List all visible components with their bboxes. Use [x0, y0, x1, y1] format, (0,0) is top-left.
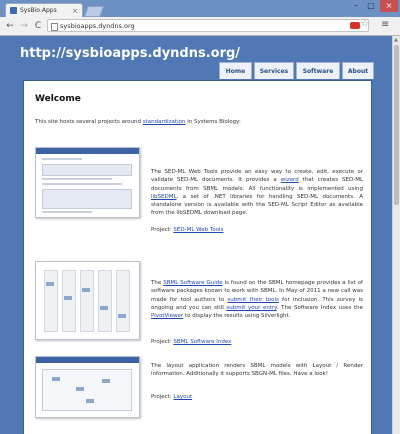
minimize-button[interactable]: – [349, 0, 363, 12]
screenshot-node [46, 282, 54, 286]
project-label: Project: [151, 394, 174, 400]
forward-icon[interactable]: → [18, 20, 30, 32]
sedml-description: The SED-ML Web Tools provide an easy way… [151, 168, 363, 218]
title-bar: SysBio Apps × – □ × [0, 0, 400, 17]
sbml-index-description: The SBML Software Guide is found on the … [151, 279, 363, 320]
layout-link[interactable]: Layout [173, 394, 192, 400]
browser-window: SysBio Apps × – □ × ← → C sysbioapps.dyn… [0, 0, 400, 434]
browser-toolbar: ← → C sysbioapps.dyndns.org ☆ ≡ [0, 17, 400, 36]
screenshot-column [116, 270, 130, 332]
sbml-software-index-link[interactable]: SBML Software Index [173, 339, 231, 345]
screenshot-node [100, 306, 108, 310]
screenshot-column [62, 270, 76, 332]
screenshot-node [82, 288, 90, 292]
layout-screenshot[interactable] [35, 356, 140, 418]
text-span: . The Software Index uses the [276, 304, 364, 311]
text-span: , a set of .NET libraries for handling S… [151, 193, 363, 217]
screenshot-node [86, 399, 94, 403]
star-icon[interactable]: ☆ [361, 19, 369, 29]
screenshot-node [118, 314, 126, 318]
pivotviewer-link[interactable]: PivotViewer [151, 313, 183, 319]
standardization-link[interactable]: standardization [143, 119, 186, 125]
address-bar[interactable]: sysbioapps.dyndns.org [47, 19, 369, 32]
sbml-index-screenshot[interactable] [35, 261, 140, 340]
reload-icon[interactable]: C [32, 20, 44, 32]
screenshot-canvas [42, 369, 132, 411]
url-text: sysbioapps.dyndns.org [60, 22, 135, 30]
screenshot-node [102, 379, 110, 383]
project-label: Project: [151, 227, 174, 233]
screenshot-node [52, 377, 60, 381]
back-icon[interactable]: ← [4, 20, 16, 32]
project-label: Project: [151, 339, 174, 345]
nav-software[interactable]: Software [296, 62, 340, 79]
tab-close-icon[interactable]: × [72, 4, 78, 18]
content-panel: Welcome This site hosts several projects… [23, 80, 372, 434]
nav-home[interactable]: Home [219, 62, 252, 79]
screenshot-line [42, 158, 82, 160]
nav-about[interactable]: About [342, 62, 374, 79]
page-heading: Welcome [35, 94, 81, 104]
screenshot-box [42, 164, 132, 176]
scrollbar-thumb[interactable] [394, 45, 399, 205]
new-tab-button[interactable] [83, 6, 105, 17]
maximize-button[interactable]: □ [364, 0, 378, 12]
sedml-screenshot[interactable] [35, 147, 140, 218]
browser-tab[interactable]: SysBio Apps × [5, 3, 83, 17]
text-span: The [151, 280, 164, 286]
wizard-link[interactable]: wizard [281, 177, 299, 183]
sbml-index-project: Project: SBML Software Index [151, 339, 231, 345]
screenshot-node [76, 387, 84, 391]
submit-entry-link[interactable]: submit your entry [226, 305, 276, 311]
extension-icon[interactable] [350, 22, 360, 29]
intro-after: in Systems Biology: [185, 119, 241, 125]
screenshot-column [80, 270, 94, 332]
screenshot-header [36, 148, 139, 154]
layout-description: The layout application renders SBML mode… [151, 363, 363, 378]
screenshot-line [42, 183, 122, 185]
page-icon [51, 23, 58, 31]
page-scrollbar[interactable]: ▲ [392, 36, 400, 434]
screenshot-column [44, 270, 58, 332]
layout-project: Project: Layout [151, 394, 192, 400]
close-window-button[interactable]: × [380, 0, 398, 12]
libsedml-link[interactable]: libSEDML [151, 194, 177, 200]
site-nav: Home Services Software About [219, 62, 376, 79]
submit-tools-link[interactable]: submit their tools [227, 297, 279, 303]
web-page: http://sysbioapps.dyndns.org/ Home Servi… [0, 36, 392, 434]
scroll-up-icon[interactable]: ▲ [394, 37, 398, 43]
screenshot-header [36, 357, 139, 363]
screenshot-line [42, 178, 112, 180]
screenshot-line [42, 211, 92, 213]
tab-title: SysBio Apps [20, 7, 57, 14]
sedml-web-tools-link[interactable]: SED-ML Web Tools [173, 227, 223, 233]
menu-icon[interactable]: ≡ [381, 19, 389, 30]
sbml-software-guide-link[interactable]: SBML Software Guide [163, 280, 222, 286]
text-span: to display the results using Silverlight… [183, 313, 291, 320]
screenshot-node [64, 296, 72, 300]
screenshot-box [42, 189, 132, 209]
favicon-icon [10, 7, 17, 14]
sedml-project: Project: SED-ML Web Tools [151, 227, 223, 233]
intro-before: This site hosts several projects around [35, 119, 143, 125]
nav-services[interactable]: Services [254, 62, 294, 79]
intro-text: This site hosts several projects around … [35, 119, 241, 125]
site-title: http://sysbioapps.dyndns.org/ [20, 46, 241, 61]
screenshot-column [98, 270, 112, 332]
